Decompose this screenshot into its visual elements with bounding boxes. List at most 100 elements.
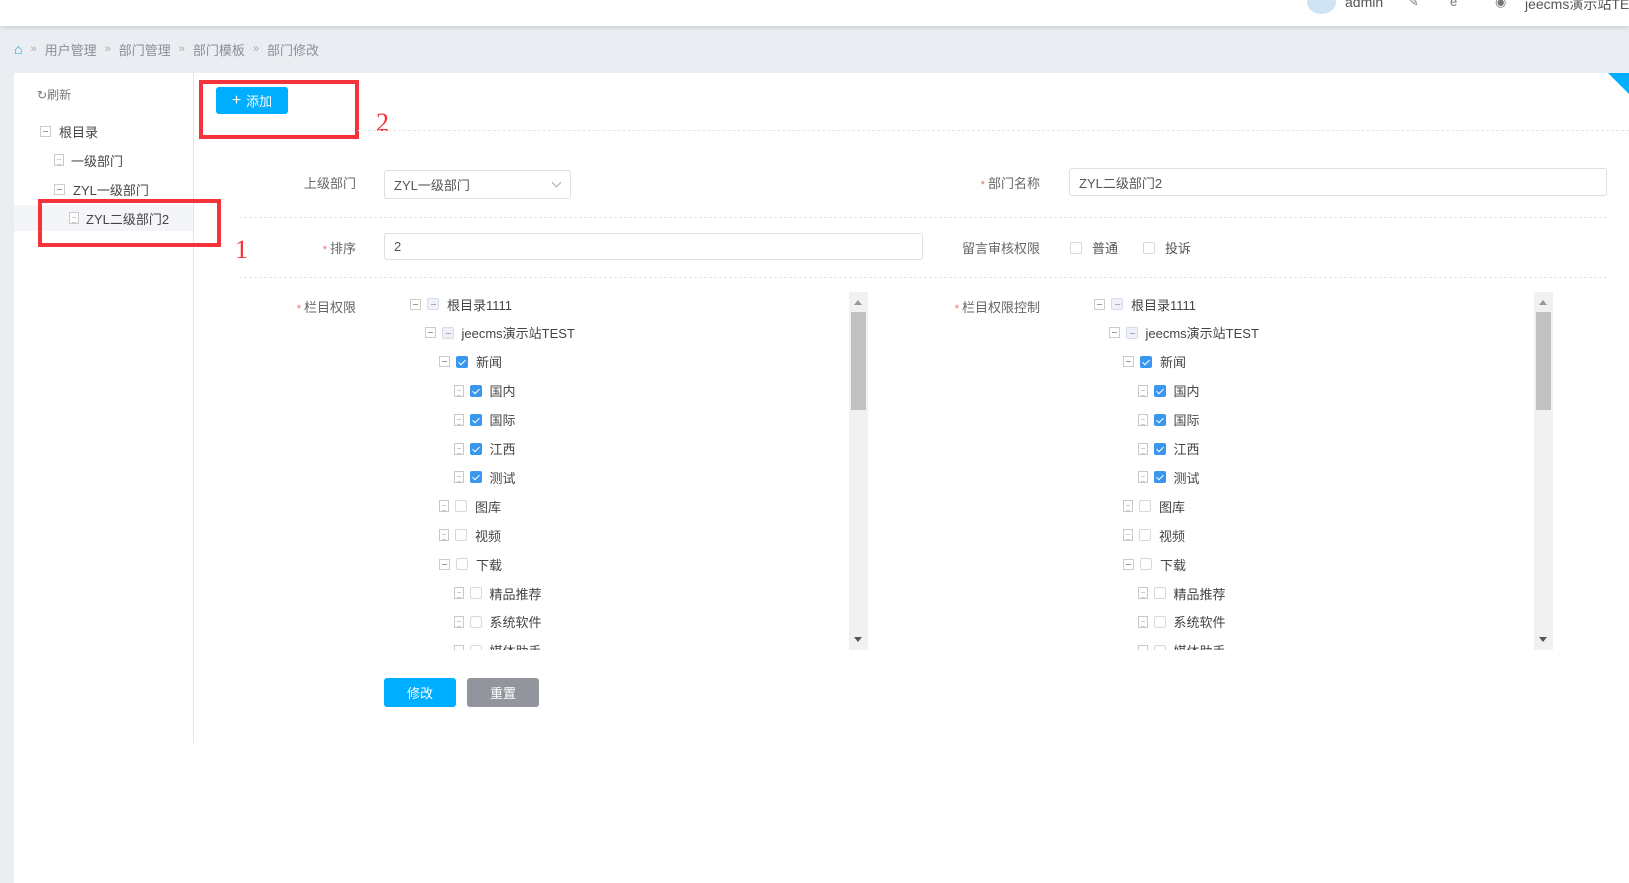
settings-icon[interactable]: ◉ xyxy=(1495,0,1509,8)
column-control-tree[interactable]: 根目录1111 jeecms演示站TEST 新闻国内国际江西测试图库视频下载精品推荐… xyxy=(1088,292,1534,650)
collapse-icon[interactable] xyxy=(1123,558,1134,570)
checkbox[interactable] xyxy=(441,326,454,339)
tree-node[interactable]: 视频 xyxy=(1123,525,1185,545)
collapse-icon[interactable] xyxy=(439,356,450,368)
tree-node[interactable]: 媒体助手 xyxy=(1137,641,1226,650)
scroll-up-icon[interactable] xyxy=(854,300,862,305)
checkbox[interactable] xyxy=(469,615,482,628)
tree-node[interactable]: jeecms演示站TEST xyxy=(1108,323,1259,343)
tree-node[interactable]: 精品推荐 xyxy=(1137,583,1226,603)
breadcrumb-item[interactable]: 部门管理 xyxy=(119,40,171,59)
parent-department-select[interactable]: ZYL一级部门 xyxy=(384,170,571,199)
tree-node[interactable]: 新闻 xyxy=(439,352,502,372)
breadcrumb-item[interactable]: 部门模板 xyxy=(193,40,245,59)
breadcrumb-item[interactable]: 用户管理 xyxy=(45,40,97,59)
collapse-icon[interactable] xyxy=(40,125,51,137)
checkbox[interactable] xyxy=(455,529,467,542)
collapse-icon[interactable] xyxy=(1123,356,1134,368)
checkbox[interactable] xyxy=(469,384,482,397)
checkbox[interactable] xyxy=(1140,355,1152,368)
checkbox[interactable] xyxy=(1139,500,1151,513)
checkbox[interactable] xyxy=(1153,644,1166,650)
tree-node[interactable]: 图库 xyxy=(439,496,501,516)
checkbox[interactable] xyxy=(1153,413,1166,426)
collapse-icon[interactable] xyxy=(1094,298,1105,310)
tree-node[interactable]: 国际 xyxy=(453,410,516,430)
tree-node[interactable]: 国内 xyxy=(453,381,516,401)
name-label: * 部门名称 xyxy=(940,173,1040,192)
collapse-icon[interactable] xyxy=(1108,327,1120,339)
checkbox[interactable] xyxy=(469,442,482,455)
checkbox[interactable] xyxy=(1125,326,1138,339)
checkbox[interactable] xyxy=(1139,529,1151,542)
checkbox[interactable] xyxy=(469,587,482,599)
sort-input[interactable]: 2 xyxy=(384,233,923,260)
file-icon xyxy=(453,442,464,455)
site-switcher[interactable]: jeecms演示站TEST xyxy=(1525,0,1629,14)
checkbox[interactable] xyxy=(469,413,482,426)
refresh-button[interactable]: ↻刷新 xyxy=(37,86,71,103)
username[interactable]: admin xyxy=(1345,0,1383,10)
tree-node[interactable]: 根目录1111 xyxy=(410,294,512,314)
scrollbar[interactable] xyxy=(849,292,868,650)
checkbox[interactable] xyxy=(1153,384,1166,397)
checkbox[interactable] xyxy=(1143,241,1155,254)
review-option-normal[interactable]: 普通 xyxy=(1070,238,1118,257)
scroll-thumb[interactable] xyxy=(851,312,866,410)
tree-node[interactable]: 下载 xyxy=(439,554,502,574)
collapse-icon[interactable] xyxy=(439,558,450,570)
tree-node-root[interactable]: 根目录 xyxy=(14,118,193,144)
refresh-label: 刷新 xyxy=(47,88,72,102)
avatar[interactable] xyxy=(1307,0,1336,14)
checkbox[interactable] xyxy=(1153,471,1166,484)
checkbox[interactable] xyxy=(469,471,482,484)
file-icon xyxy=(1123,500,1133,513)
submit-button[interactable]: 修改 xyxy=(384,678,456,707)
tree-node[interactable]: 测试 xyxy=(1137,467,1200,487)
review-option-complaint[interactable]: 投诉 xyxy=(1143,238,1191,257)
tree-node[interactable]: 测试 xyxy=(453,467,516,487)
scroll-down-icon[interactable] xyxy=(854,637,862,642)
collapse-icon[interactable] xyxy=(410,298,421,310)
checkbox[interactable] xyxy=(1140,558,1152,571)
tree-node[interactable]: 媒体助手 xyxy=(453,641,542,650)
checkbox[interactable] xyxy=(455,500,467,513)
collapse-icon[interactable] xyxy=(424,327,436,339)
tree-node[interactable]: 江西 xyxy=(453,439,516,459)
scrollbar[interactable] xyxy=(1534,292,1553,650)
checkbox[interactable] xyxy=(456,558,468,571)
tree-node[interactable]: 系统软件 xyxy=(1137,612,1226,632)
tree-node[interactable]: 精品推荐 xyxy=(453,583,542,603)
tree-node[interactable]: 图库 xyxy=(1123,496,1185,516)
reset-button[interactable]: 重置 xyxy=(467,678,539,707)
tree-node-label: 系统软件 xyxy=(1173,615,1226,631)
column-permission-tree[interactable]: 根目录1111 jeecms演示站TEST 新闻国内国际江西测试图库视频下载精品推荐… xyxy=(404,292,849,650)
department-name-input[interactable]: ZYL二级部门2 xyxy=(1069,168,1607,196)
tree-node[interactable]: 根目录1111 xyxy=(1094,294,1196,314)
scroll-thumb[interactable] xyxy=(1536,312,1551,410)
tree-node[interactable]: 国内 xyxy=(1137,381,1200,401)
brush-icon[interactable]: ✎ xyxy=(1408,0,1422,8)
checkbox[interactable] xyxy=(1153,615,1166,628)
tree-node[interactable]: jeecms演示站TEST xyxy=(424,323,575,343)
tree-node[interactable]: 视频 xyxy=(439,525,501,545)
checkbox[interactable] xyxy=(456,355,468,368)
collapse-icon[interactable] xyxy=(54,183,65,195)
tree-node[interactable]: 江西 xyxy=(1137,439,1200,459)
scroll-down-icon[interactable] xyxy=(1539,637,1547,642)
checkbox[interactable] xyxy=(1111,298,1123,310)
checkbox[interactable] xyxy=(427,298,439,310)
checkbox[interactable] xyxy=(1070,241,1082,254)
scroll-up-icon[interactable] xyxy=(1539,300,1547,305)
tree-node[interactable]: 下载 xyxy=(1123,554,1186,574)
tree-node[interactable]: 国际 xyxy=(1137,410,1200,430)
checkbox[interactable] xyxy=(1153,587,1166,599)
tree-node[interactable]: 一级部门 xyxy=(14,147,193,173)
tree-node[interactable]: 系统软件 xyxy=(453,612,542,632)
tree-node[interactable]: 新闻 xyxy=(1123,352,1186,372)
checkbox[interactable] xyxy=(469,644,482,650)
file-icon xyxy=(1137,384,1148,397)
browser-icon[interactable]: e xyxy=(1450,0,1464,8)
home-icon[interactable]: ⌂ xyxy=(14,41,22,57)
checkbox[interactable] xyxy=(1153,442,1166,455)
